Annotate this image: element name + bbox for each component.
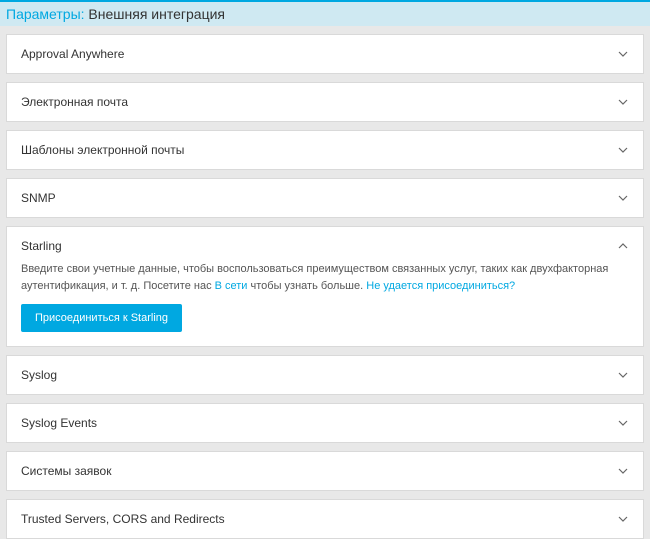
panel-header-syslog-events[interactable]: Syslog Events <box>7 404 643 442</box>
panel-title: Starling <box>21 239 62 253</box>
panel-ticket-systems: Системы заявок <box>6 451 644 491</box>
chevron-down-icon <box>617 513 629 525</box>
starling-link-online[interactable]: В сети <box>215 280 248 292</box>
panel-header-approval[interactable]: Approval Anywhere <box>7 35 643 73</box>
page-header: Параметры: Внешняя интеграция <box>0 0 650 26</box>
chevron-down-icon <box>617 369 629 381</box>
panel-title: Trusted Servers, CORS and Redirects <box>21 512 225 526</box>
starling-desc-2: чтобы узнать больше. <box>247 280 366 292</box>
panel-syslog-events: Syslog Events <box>6 403 644 443</box>
panel-header-templates[interactable]: Шаблоны электронной почты <box>7 131 643 169</box>
panel-email-templates: Шаблоны электронной почты <box>6 130 644 170</box>
panel-header-ticket[interactable]: Системы заявок <box>7 452 643 490</box>
panel-title: Шаблоны электронной почты <box>21 143 184 157</box>
panel-body-starling: Введите свои учетные данные, чтобы воспо… <box>7 261 643 346</box>
panel-approval-anywhere: Approval Anywhere <box>6 34 644 74</box>
chevron-down-icon <box>617 144 629 156</box>
panel-email: Электронная почта <box>6 82 644 122</box>
starling-link-cannot-join[interactable]: Не удается присоединиться? <box>366 280 515 292</box>
panel-starling: Starling Введите свои учетные данные, чт… <box>6 226 644 347</box>
panel-header-trusted[interactable]: Trusted Servers, CORS and Redirects <box>7 500 643 538</box>
chevron-down-icon <box>617 465 629 477</box>
panel-title: Syslog Events <box>21 416 97 430</box>
panel-syslog: Syslog <box>6 355 644 395</box>
panel-title: Approval Anywhere <box>21 47 124 61</box>
panel-header-email[interactable]: Электронная почта <box>7 83 643 121</box>
header-prefix: Параметры: <box>6 6 85 22</box>
panel-title: SNMP <box>21 191 56 205</box>
panel-title: Системы заявок <box>21 464 111 478</box>
panel-title: Электронная почта <box>21 95 128 109</box>
chevron-down-icon <box>617 96 629 108</box>
panel-title: Syslog <box>21 368 57 382</box>
chevron-down-icon <box>617 417 629 429</box>
panel-header-syslog[interactable]: Syslog <box>7 356 643 394</box>
join-starling-button[interactable]: Присоединиться к Starling <box>21 304 182 332</box>
panel-header-snmp[interactable]: SNMP <box>7 179 643 217</box>
panel-trusted-servers: Trusted Servers, CORS and Redirects <box>6 499 644 539</box>
chevron-up-icon <box>617 240 629 252</box>
header-title: Внешняя интеграция <box>88 6 225 22</box>
chevron-down-icon <box>617 192 629 204</box>
panel-snmp: SNMP <box>6 178 644 218</box>
chevron-down-icon <box>617 48 629 60</box>
panel-header-starling[interactable]: Starling <box>7 227 643 261</box>
